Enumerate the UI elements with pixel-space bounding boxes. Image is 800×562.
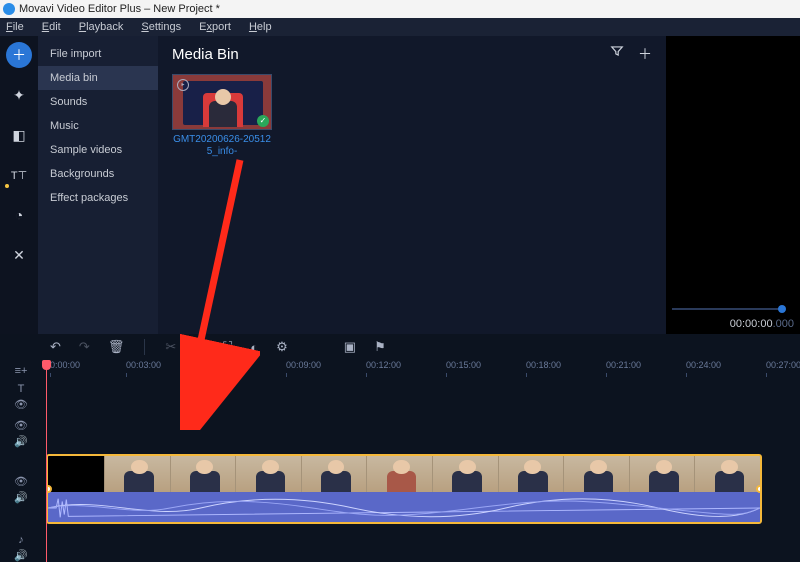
undo-icon[interactable]: ↶ <box>50 339 61 355</box>
clip-handle-right[interactable] <box>756 485 762 493</box>
ruler-tick: 0:00:00 <box>50 360 80 370</box>
filter-icon[interactable] <box>610 44 624 64</box>
titles-icon[interactable]: T⊤ <box>6 162 32 188</box>
menu-edit[interactable]: Edit <box>42 21 61 33</box>
menu-settings[interactable]: Settings <box>141 21 181 33</box>
clip-waveform <box>48 494 760 522</box>
sidebar-item-music[interactable]: Music <box>38 114 158 138</box>
media-bin-panel: Media Bin ＋ ▸ ✓ GMT20200626-205125_info- <box>158 36 666 334</box>
menu-export[interactable]: Export <box>199 21 231 33</box>
filters-icon[interactable]: ✦ <box>6 82 32 108</box>
sidebar-item-sounds[interactable]: Sounds <box>38 90 158 114</box>
music-track-head[interactable]: ♪🔊 <box>0 536 42 560</box>
timeline-ruler[interactable]: 0:00:00 00:03:00 00:06:00 00:09:00 00:12… <box>46 360 800 378</box>
clip-properties-icon[interactable]: ⚙ <box>276 339 288 355</box>
stickers-icon[interactable]: ◔ <box>6 202 32 228</box>
media-clip-thumbnail[interactable]: ▸ ✓ <box>172 74 272 130</box>
ruler-tick: 00:06:00 <box>206 360 241 370</box>
crop-icon[interactable]: ⛶ <box>223 339 232 355</box>
color-adjust-icon[interactable]: ◐ <box>250 340 258 355</box>
menubar: File Edit Playback Settings Export Help <box>0 18 800 36</box>
ruler-tick: 00:15:00 <box>446 360 481 370</box>
video-track[interactable] <box>46 454 792 524</box>
used-check-icon: ✓ <box>257 115 269 127</box>
media-clip-name: GMT20200626-205125_info- <box>172 134 272 158</box>
sidebar-item-file-import[interactable]: File import <box>38 42 158 66</box>
import-icon[interactable]: ＋ <box>6 42 32 68</box>
playhead[interactable] <box>46 360 47 562</box>
record-icon[interactable]: ▣ <box>344 339 356 355</box>
sidebar-item-sample-videos[interactable]: Sample videos <box>38 138 158 162</box>
add-track-icon[interactable]: ≡+ <box>0 364 42 378</box>
preview-panel: 00:00:00.000 <box>666 36 800 334</box>
marker-icon[interactable]: ⚑ <box>374 339 386 355</box>
media-clip[interactable]: ▸ ✓ GMT20200626-205125_info- <box>172 74 272 158</box>
ruler-tick: 00:27:00 <box>766 360 800 370</box>
menu-playback[interactable]: Playback <box>79 21 124 33</box>
delete-icon[interactable]: 🗑 <box>108 339 125 355</box>
overlay-track-head[interactable]: 👁🔊 <box>0 418 42 448</box>
more-tools-icon[interactable]: ✕ <box>6 242 32 268</box>
app-icon <box>3 3 15 15</box>
add-media-icon[interactable]: ＋ <box>638 44 652 64</box>
preview-seek-slider[interactable] <box>672 308 780 310</box>
window-title: Movavi Video Editor Plus – New Project * <box>19 3 220 15</box>
preview-timecode: 00:00:00.000 <box>730 318 794 330</box>
transitions-icon[interactable]: ◧ <box>6 122 32 148</box>
main-area: ＋ ✦ ◧ T⊤ ◔ ✕ File import Media bin Sound… <box>0 36 800 334</box>
split-icon[interactable]: ✂ <box>165 339 176 355</box>
sidebar-item-backgrounds[interactable]: Backgrounds <box>38 162 158 186</box>
notification-dot-icon <box>5 184 9 188</box>
menu-file[interactable]: File <box>6 21 24 33</box>
text-track-head[interactable]: T👁 <box>0 382 42 412</box>
play-preview-icon[interactable]: ▸ <box>177 79 189 91</box>
window-titlebar: Movavi Video Editor Plus – New Project * <box>0 0 800 18</box>
video-track-head[interactable]: 👁🔊 <box>0 454 42 524</box>
ruler-tick: 00:03:00 <box>126 360 161 370</box>
timeline-toolbar: ↶ ↷ 🗑 ✂ ⟳ ⛶ ◐ ⚙ ▣ ⚑ <box>0 334 800 360</box>
ruler-tick: 00:12:00 <box>366 360 401 370</box>
import-sidebar: File import Media bin Sounds Music Sampl… <box>38 36 158 334</box>
timeline-panel: ↶ ↷ 🗑 ✂ ⟳ ⛶ ◐ ⚙ ▣ ⚑ 0:00:00 00:03:00 00:… <box>0 334 800 562</box>
rotate-icon[interactable]: ⟳ <box>194 339 205 355</box>
menu-help[interactable]: Help <box>249 21 272 33</box>
ruler-tick: 00:18:00 <box>526 360 561 370</box>
sidebar-item-effect-packages[interactable]: Effect packages <box>38 186 158 210</box>
media-bin-title: Media Bin <box>172 46 239 63</box>
redo-icon[interactable]: ↷ <box>79 339 90 355</box>
ruler-tick: 00:09:00 <box>286 360 321 370</box>
ruler-tick: 00:24:00 <box>686 360 721 370</box>
seek-knob-icon[interactable] <box>778 305 786 313</box>
sidebar-item-media-bin[interactable]: Media bin <box>38 66 158 90</box>
timeline-clip[interactable] <box>46 454 762 524</box>
tool-strip: ＋ ✦ ◧ T⊤ ◔ ✕ <box>0 36 38 334</box>
ruler-tick: 00:21:00 <box>606 360 641 370</box>
